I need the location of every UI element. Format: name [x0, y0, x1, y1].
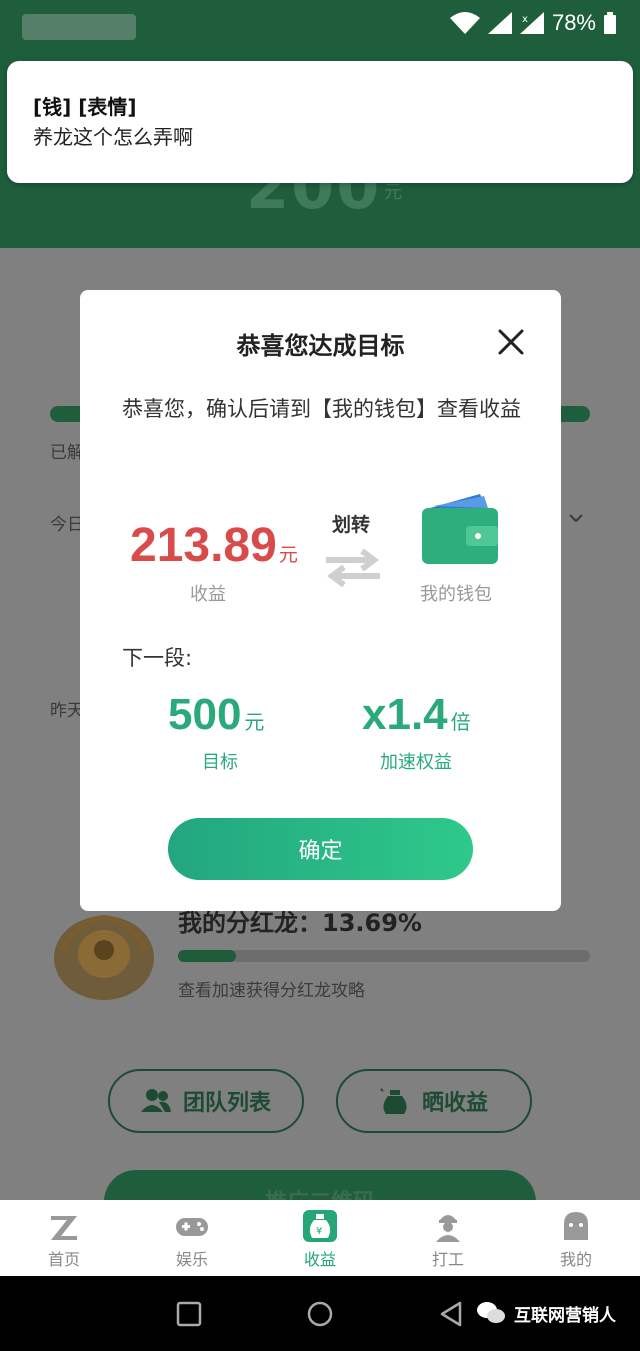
- confirm-button[interactable]: 确定: [168, 818, 473, 880]
- target-value: 500: [168, 690, 242, 739]
- tab-entertainment[interactable]: 娱乐: [128, 1200, 256, 1276]
- earnings-amount: 213.89 元: [130, 518, 298, 573]
- wifi-icon: [449, 12, 480, 34]
- tab-home[interactable]: 首页: [0, 1200, 128, 1276]
- speed-unit: 倍: [450, 712, 471, 734]
- battery-icon: [604, 12, 616, 34]
- signal-icon: [487, 12, 512, 34]
- home-z-icon: [51, 1216, 77, 1240]
- message-notification[interactable]: [钱] [表情] 养龙这个怎么弄啊: [7, 61, 633, 183]
- transfer-arrows-icon: [326, 548, 380, 588]
- dragon-icon: [54, 914, 154, 1000]
- watermark: 互联网营销人: [476, 1300, 616, 1326]
- notification-body: 养龙这个怎么弄啊: [33, 125, 193, 149]
- goal-achieved-dialog: 恭喜您达成目标 恭喜您，确认后请到【我的钱包】查看收益 213.89 元 收益 划…: [80, 290, 561, 911]
- speed-multiplier: x1.4 倍: [362, 690, 471, 740]
- battery-percent: 78%: [551, 10, 596, 35]
- recent-apps-icon[interactable]: [175, 1300, 203, 1328]
- speed-label: 加速权益: [380, 752, 452, 773]
- tab-earnings[interactable]: ¥ 收益: [256, 1200, 384, 1276]
- wallet-icon: [422, 494, 498, 564]
- background-text-unlocked: 已解: [50, 443, 84, 463]
- share-earnings-label: 晒收益: [421, 1091, 488, 1116]
- dragon-progress-fill: [178, 950, 236, 962]
- tab-work[interactable]: 打工: [384, 1200, 512, 1276]
- target-amount: 500 元: [168, 690, 264, 740]
- bottom-tab-bar: 首页 娱乐 ¥ 收益 打工 我的: [0, 1200, 640, 1276]
- target-unit: 元: [244, 712, 265, 734]
- tab-home-label: 首页: [47, 1250, 80, 1269]
- wechat-icon: [477, 1302, 505, 1323]
- transfer-label: 划转: [332, 514, 371, 536]
- dialog-description: 恭喜您，确认后请到【我的钱包】查看收益: [122, 397, 521, 421]
- earnings-label: 收益: [190, 584, 226, 605]
- target-label: 目标: [202, 752, 238, 773]
- tab-work-label: 打工: [431, 1250, 464, 1269]
- close-icon[interactable]: [497, 328, 525, 356]
- team-icon: [140, 1089, 171, 1112]
- back-triangle-icon[interactable]: [438, 1300, 466, 1328]
- money-bag-sparkle-icon: [379, 1088, 407, 1114]
- svg-text:¥: ¥: [316, 1226, 322, 1237]
- gamepad-icon: [176, 1218, 208, 1236]
- money-bag-icon: ¥: [303, 1210, 337, 1242]
- earnings-unit: 元: [278, 545, 298, 566]
- next-stage-label: 下一段:: [122, 646, 193, 670]
- team-list-label: 团队列表: [182, 1091, 271, 1116]
- profile-icon: [564, 1212, 588, 1240]
- worker-icon: [436, 1215, 460, 1242]
- background-text-today: 今日: [50, 515, 84, 535]
- notification-title: [钱] [表情]: [33, 95, 137, 119]
- tab-entertainment-label: 娱乐: [175, 1250, 208, 1269]
- status-bar: x 78%: [449, 10, 616, 36]
- team-list-button[interactable]: 团队列表: [108, 1069, 304, 1133]
- earnings-value: 213.89: [130, 519, 277, 572]
- wallet-label: 我的钱包: [420, 584, 492, 605]
- chevron-down-icon: [569, 514, 583, 523]
- dialog-title: 恭喜您达成目标: [236, 332, 405, 360]
- svg-text:x: x: [522, 14, 528, 25]
- watermark-text: 互联网营销人: [514, 1305, 616, 1326]
- tab-profile-label: 我的: [559, 1250, 592, 1269]
- share-earnings-button[interactable]: 晒收益: [336, 1069, 532, 1133]
- tab-profile[interactable]: 我的: [512, 1200, 640, 1276]
- background-text-yesterday: 昨天: [50, 701, 84, 721]
- blurred-status-text: [22, 14, 136, 40]
- dragon-guide-link[interactable]: 查看加速获得分红龙攻略: [178, 976, 365, 1001]
- speed-value: x1.4: [362, 690, 448, 739]
- home-circle-icon[interactable]: [306, 1300, 334, 1328]
- signal-x-icon: x: [519, 12, 544, 34]
- tab-earnings-label: 收益: [303, 1250, 336, 1269]
- dragon-progress-bar: [178, 950, 590, 962]
